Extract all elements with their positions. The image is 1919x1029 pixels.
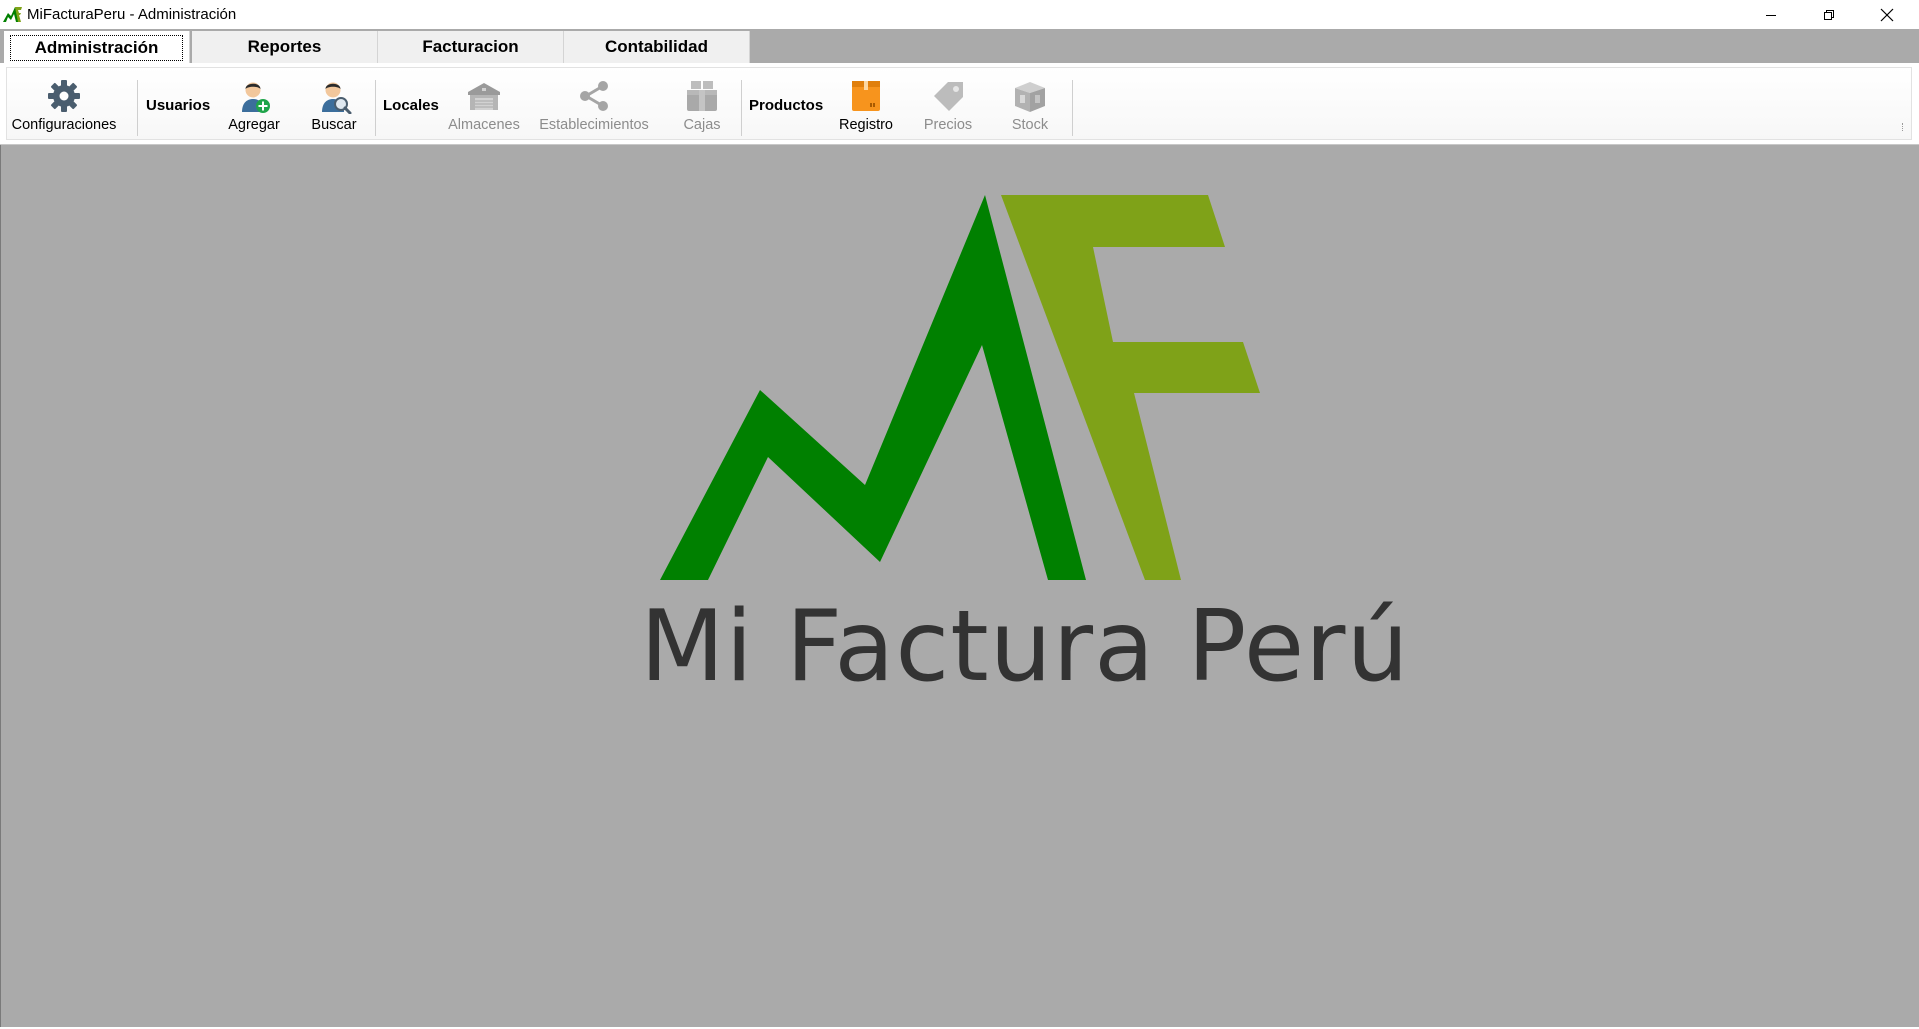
close-icon: [1880, 8, 1894, 21]
cajas-label: Cajas: [683, 117, 721, 133]
toolbar-resize-grip[interactable]: [1902, 123, 1905, 131]
registro-label: Registro: [839, 117, 893, 133]
search-user-icon: [315, 78, 353, 114]
app-logo-icon: [3, 5, 23, 23]
buscar-usuario-button[interactable]: Buscar: [299, 78, 369, 138]
tab-reportes[interactable]: Reportes: [192, 31, 378, 63]
tab-facturacion[interactable]: Facturacion: [378, 31, 564, 63]
title-bar[interactable]: MiFacturaPeru - Administración: [0, 0, 1919, 29]
tab-label: Contabilidad: [605, 37, 708, 56]
toolbar-ribbon: Configuraciones Usuarios Agregar Buscar …: [0, 63, 1919, 145]
close-button[interactable]: [1858, 0, 1916, 29]
establecimientos-button[interactable]: Establecimientos: [532, 78, 656, 138]
establecimientos-label: Establecimientos: [539, 117, 649, 133]
logo-text: Mi Factura Perú: [640, 590, 1410, 704]
registro-producto-button[interactable]: Registro: [829, 78, 903, 138]
toolbar-separator: [1072, 80, 1073, 136]
agregar-usuario-button[interactable]: Agregar: [219, 78, 289, 138]
stock-button[interactable]: Stock: [993, 78, 1067, 138]
usuarios-group-label: Usuarios: [146, 97, 211, 114]
tab-administracion[interactable]: Administración: [4, 31, 190, 64]
minimize-button[interactable]: [1742, 0, 1800, 29]
configuraciones-button[interactable]: Configuraciones: [11, 78, 117, 138]
restore-icon: [1824, 9, 1834, 20]
add-user-icon: [235, 78, 273, 114]
gear-icon: [45, 78, 83, 114]
toolbar-separator: [741, 80, 742, 136]
mi-factura-peru-logo: [660, 195, 1260, 580]
stock-box-icon: [1011, 78, 1049, 114]
restore-button[interactable]: [1800, 0, 1858, 29]
precios-label: Precios: [923, 117, 973, 133]
minimize-icon: [1766, 14, 1776, 16]
package-icon: [847, 78, 885, 114]
tab-contabilidad[interactable]: Contabilidad: [564, 31, 750, 63]
precios-button[interactable]: Precios: [911, 78, 985, 138]
warehouse-icon: [465, 78, 503, 114]
productos-group-label: Productos: [749, 97, 824, 114]
ribbon-tab-strip: Administración Reportes Facturacion Cont…: [0, 29, 1919, 64]
almacenes-label: Almacenes: [448, 117, 520, 133]
tab-label: Facturacion: [422, 37, 519, 56]
tab-label: Reportes: [247, 37, 322, 56]
stock-label: Stock: [1011, 117, 1049, 133]
toolbar-panel: Configuraciones Usuarios Agregar Buscar …: [6, 67, 1912, 140]
almacenes-button[interactable]: Almacenes: [442, 78, 526, 138]
price-tag-icon: [929, 78, 967, 114]
toolbar-separator: [137, 80, 138, 136]
buscar-label: Buscar: [311, 117, 357, 133]
tab-label: Administración: [9, 34, 184, 61]
window-title: MiFacturaPeru - Administración: [27, 6, 237, 23]
toolbar-separator: [375, 80, 376, 136]
share-nodes-icon: [575, 78, 613, 114]
locales-group-label: Locales: [383, 97, 439, 114]
boxes-icon: [683, 78, 721, 114]
configuraciones-label: Configuraciones: [11, 117, 117, 133]
agregar-label: Agregar: [228, 117, 280, 133]
cajas-button[interactable]: Cajas: [667, 78, 737, 138]
